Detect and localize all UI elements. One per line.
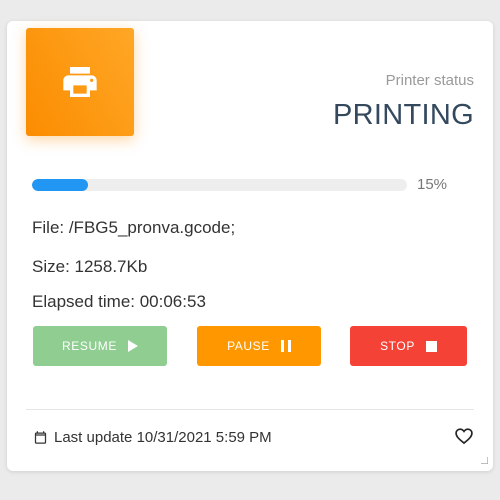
footer-divider	[26, 409, 474, 410]
pause-icon	[280, 340, 291, 352]
stop-button[interactable]: STOP	[350, 326, 467, 366]
progress-fill	[32, 179, 89, 191]
file-size: Size: 1258.7Kb	[32, 257, 148, 276]
heart-icon[interactable]	[454, 426, 474, 446]
progress-bar	[32, 179, 407, 191]
play-icon	[127, 340, 138, 352]
pause-button[interactable]: PAUSE	[197, 326, 321, 366]
printer-icon-tile	[26, 28, 134, 136]
last-update-text: Last update 10/31/2021 5:59 PM	[54, 429, 272, 446]
status-value: PRINTING	[333, 99, 474, 131]
resume-button-label: RESUME	[62, 339, 117, 353]
footer-last-update: Last update 10/31/2021 5:59 PM	[33, 429, 272, 446]
calendar-icon	[34, 431, 47, 444]
printer-status-card: Printer status PRINTING 15% File: /FBG5_…	[7, 21, 493, 471]
printer-icon	[63, 67, 97, 97]
status-label: Printer status	[385, 72, 474, 89]
pause-button-label: PAUSE	[227, 339, 270, 353]
resume-button[interactable]: RESUME	[33, 326, 167, 366]
elapsed-time: Elapsed time: 00:06:53	[32, 292, 206, 311]
stop-button-label: STOP	[380, 339, 415, 353]
resize-handle-icon[interactable]	[481, 457, 488, 464]
stop-icon	[425, 340, 437, 352]
file-name: File: /FBG5_pronva.gcode;	[32, 218, 236, 237]
progress-percent: 15%	[417, 176, 448, 193]
